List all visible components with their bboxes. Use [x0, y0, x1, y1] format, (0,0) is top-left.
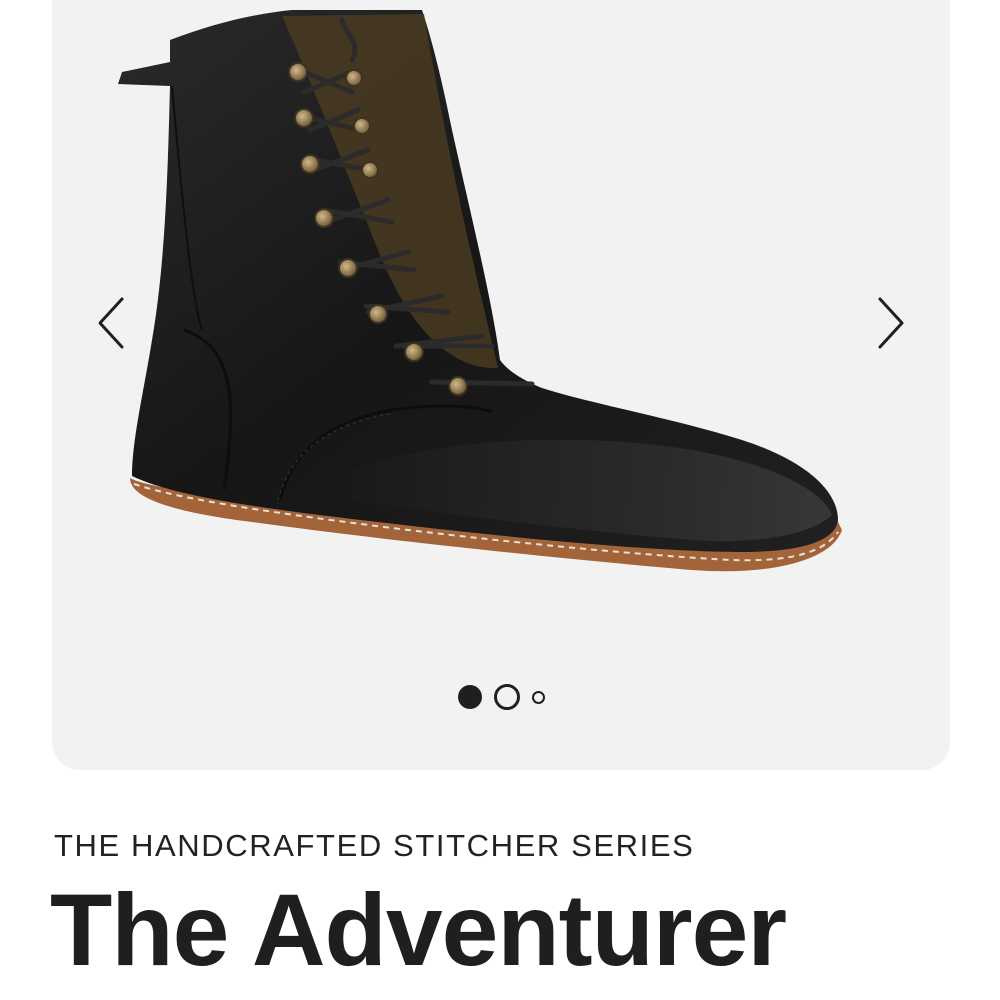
product-title: The Adventurer — [50, 873, 787, 987]
chevron-left-icon — [98, 297, 124, 349]
product-image-gallery[interactable] — [52, 0, 950, 770]
gallery-dot-2[interactable] — [493, 684, 520, 710]
next-image-button[interactable] — [866, 288, 916, 358]
chevron-right-icon — [878, 297, 904, 349]
gallery-pagination — [52, 682, 950, 712]
gallery-dot-1[interactable] — [457, 685, 482, 709]
gallery-dot-3[interactable] — [531, 690, 545, 704]
product-image — [118, 10, 842, 572]
previous-image-button[interactable] — [86, 288, 136, 358]
product-series: THE HANDCRAFTED STITCHER SERIES — [54, 828, 695, 863]
